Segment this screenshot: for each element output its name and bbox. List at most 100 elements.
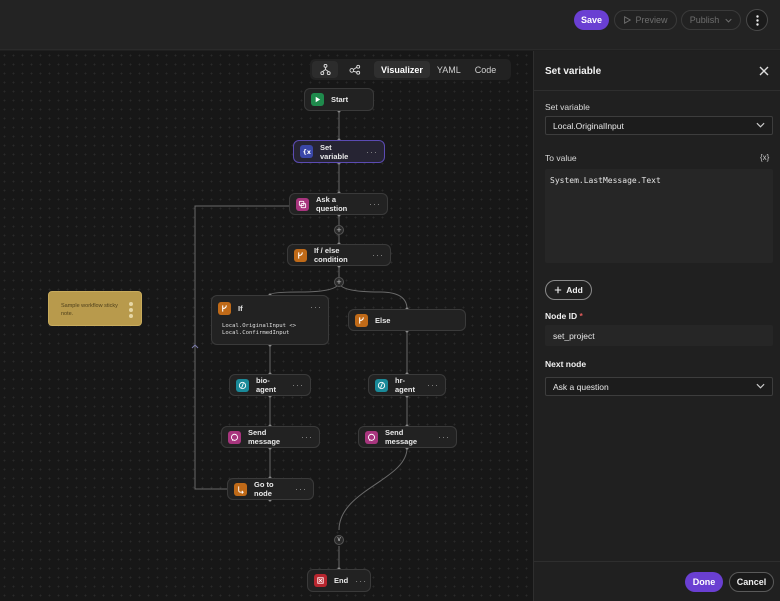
node-go-to[interactable]: Go to node ··· [227,478,314,500]
properties-panel: Set variable Set variable Local.Original… [533,51,780,601]
branch-icon [294,248,307,262]
share-view-button[interactable] [342,61,368,78]
to-value-editor[interactable]: System.LastMessage.Text [545,169,773,263]
node-menu-button[interactable]: ··· [301,432,313,442]
node-menu-button[interactable]: ··· [427,380,439,390]
to-value-label: To value [545,153,577,163]
node-label: Else [375,315,391,325]
merge-point: ∨ [334,535,344,545]
top-bar: Save Preview Publish [0,0,780,50]
if-condition: Local.OriginalInput <> Local.ConfirmedIn… [222,323,296,337]
variable-icon: {x} [300,145,313,158]
node-label: If / else condition [314,246,348,264]
node-menu-button[interactable]: ··· [369,199,381,209]
panel-title: Set variable [545,66,602,77]
node-menu-button[interactable]: ··· [310,302,322,312]
start-icon [311,93,324,106]
hierarchy-icon [319,64,331,75]
node-start[interactable]: Start [304,88,374,111]
share-nodes-icon [349,64,361,75]
agent-icon [375,378,388,392]
node-menu-button[interactable]: ··· [292,380,304,390]
node-send-message-right[interactable]: Send message ··· [358,426,457,448]
publish-label: Publish [689,15,720,25]
tab-code[interactable]: Code [468,61,504,78]
agent-icon [236,378,249,392]
cancel-button[interactable]: Cancel [729,572,774,592]
preview-label: Preview [635,15,668,25]
tree-view-button[interactable] [312,61,338,78]
svg-text:{x}: {x} [302,149,311,156]
node-label: hr-agent [395,376,416,394]
edge-split-if [269,281,340,296]
edge-sendright-merge [338,447,408,531]
save-button[interactable]: Save [574,10,609,30]
divider [534,90,780,91]
set-variable-label: Set variable [545,102,590,112]
done-button[interactable]: Done [685,572,723,592]
node-label: Ask a question [316,195,348,213]
node-id-label: Node ID * [545,311,583,321]
select-value: Local.OriginalInput [553,120,624,131]
view-switcher: Visualizer YAML Code [310,59,511,80]
add-node-button[interactable]: + [334,277,344,287]
branch-icon [355,313,368,327]
close-icon[interactable] [758,65,770,77]
node-set-variable[interactable]: {x} Set variable ··· [293,140,385,163]
add-button[interactable]: Add [545,280,592,300]
edge-split-else [338,281,408,310]
end-icon [314,574,327,587]
plus-icon [555,286,562,294]
node-label: Start [331,95,349,104]
required-marker: * [579,311,583,321]
node-label: Set variable [320,142,349,161]
node-label: bio-agent [256,376,277,394]
drag-handle-icon[interactable] [129,302,134,318]
select-value: Ask a question [553,381,609,392]
message-icon [228,430,241,444]
node-end[interactable]: End ··· [307,569,371,592]
node-else-branch[interactable]: Else [348,309,466,331]
message-icon [365,430,378,444]
node-if-branch[interactable]: If ··· [211,295,329,345]
divider [534,561,780,562]
node-menu-button[interactable]: ··· [366,147,378,157]
node-if-else[interactable]: If / else condition ··· [287,244,391,266]
workflow-canvas[interactable]: Visualizer YAML Code Start {x} Set varia… [0,51,533,601]
branch-icon [218,302,231,315]
more-options-button[interactable] [746,9,768,31]
node-label: Send message [385,428,418,446]
node-menu-button[interactable]: ··· [438,432,450,442]
insert-variable-button[interactable]: {x} [760,153,769,162]
node-menu-button[interactable]: ··· [372,250,384,260]
play-icon [624,16,632,24]
node-label: Go to node [254,480,274,498]
node-id-text: Node ID [545,311,578,321]
condition-line: Local.ConfirmedInput [222,330,290,336]
next-node-select[interactable]: Ask a question [545,377,773,396]
chevron-down-icon [756,122,765,128]
node-bio-agent[interactable]: bio-agent ··· [229,374,311,396]
publish-button[interactable]: Publish [681,10,741,30]
node-label: End [334,576,349,585]
node-ask-question[interactable]: Ask a question ··· [289,193,388,215]
chevron-down-icon [756,383,765,389]
node-menu-button[interactable]: ··· [295,484,307,494]
node-id-input[interactable]: set_project [545,325,773,346]
add-label: Add [566,285,583,295]
add-node-button[interactable]: + [334,225,344,235]
node-menu-button[interactable]: ··· [355,576,367,586]
vertical-ellipsis-icon [755,14,759,26]
set-variable-select[interactable]: Local.OriginalInput [545,116,773,135]
node-label: Send message [248,428,281,446]
go-to-icon [234,482,247,496]
condition-line: Local.OriginalInput <> [222,323,297,329]
preview-button[interactable]: Preview [614,10,677,30]
question-icon [296,197,309,211]
sticky-note[interactable]: Sample workflow sticky note. [48,291,142,326]
node-send-message-left[interactable]: Send message ··· [221,426,320,448]
chevron-down-icon [725,18,732,23]
node-hr-agent[interactable]: hr-agent ··· [368,374,446,396]
tab-visualizer[interactable]: Visualizer [374,61,430,78]
tab-yaml[interactable]: YAML [430,61,468,78]
